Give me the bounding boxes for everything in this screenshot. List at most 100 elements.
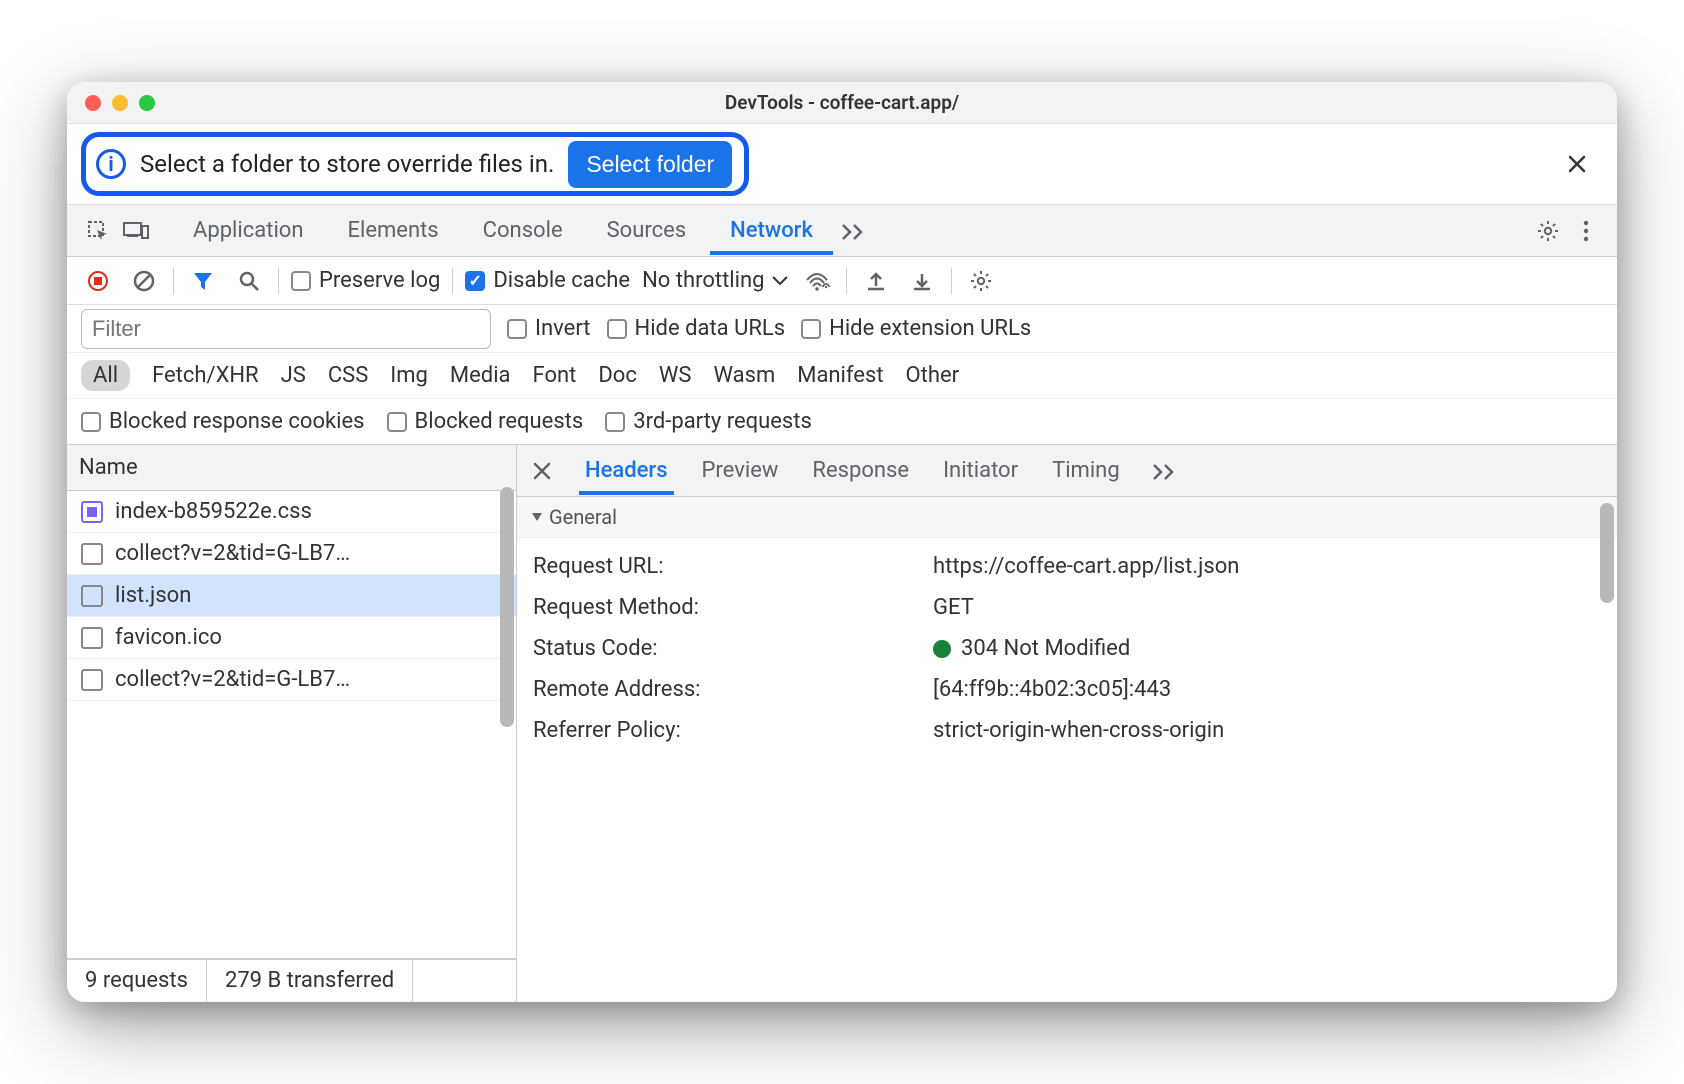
main-tab-strip: Application Elements Console Sources Net… bbox=[67, 205, 1617, 257]
throttling-select[interactable]: No throttling bbox=[642, 268, 788, 293]
tab-console[interactable]: Console bbox=[463, 206, 583, 255]
network-conditions-icon[interactable] bbox=[800, 264, 834, 298]
row-request-url: Request URL: https://coffee-cart.app/lis… bbox=[533, 546, 1601, 587]
type-doc[interactable]: Doc bbox=[598, 363, 637, 388]
type-font[interactable]: Font bbox=[533, 363, 577, 388]
titlebar: DevTools - coffee-cart.app/ bbox=[67, 82, 1617, 124]
detail-tab-strip: Headers Preview Response Initiator Timin… bbox=[517, 445, 1617, 497]
type-manifest[interactable]: Manifest bbox=[797, 363, 883, 388]
window-title: DevTools - coffee-cart.app/ bbox=[67, 91, 1617, 114]
request-row[interactable]: collect?v=2&tid=G-LB7… bbox=[67, 533, 516, 575]
more-options-icon[interactable] bbox=[1569, 214, 1603, 248]
inspect-element-icon[interactable] bbox=[81, 214, 115, 248]
tab-application[interactable]: Application bbox=[173, 206, 323, 255]
row-status-code: Status Code: 304 Not Modified bbox=[533, 628, 1601, 669]
value: 304 Not Modified bbox=[933, 636, 1130, 661]
requests-count: 9 requests bbox=[67, 960, 207, 1002]
column-header-name[interactable]: Name bbox=[67, 445, 516, 491]
blocked-requests-label: Blocked requests bbox=[415, 409, 584, 434]
infobar-close-button[interactable] bbox=[1559, 146, 1595, 182]
record-button[interactable] bbox=[81, 264, 115, 298]
transferred-size: 279 B transferred bbox=[207, 960, 413, 1002]
scrollbar-thumb[interactable] bbox=[1600, 503, 1614, 603]
section-general[interactable]: General bbox=[517, 497, 1617, 538]
detail-tab-headers[interactable]: Headers bbox=[579, 446, 674, 495]
filter-input[interactable] bbox=[81, 309, 491, 349]
type-img[interactable]: Img bbox=[390, 363, 428, 388]
disclosure-triangle-icon bbox=[531, 511, 543, 523]
request-detail: Headers Preview Response Initiator Timin… bbox=[517, 445, 1617, 1002]
invert-label: Invert bbox=[535, 316, 591, 341]
network-settings-icon[interactable] bbox=[964, 264, 998, 298]
more-detail-tabs-icon[interactable] bbox=[1148, 454, 1182, 488]
override-infobar: i Select a folder to store override file… bbox=[81, 132, 749, 196]
checkbox-icon bbox=[387, 412, 407, 432]
blocked-cookies-label: Blocked response cookies bbox=[109, 409, 365, 434]
type-css[interactable]: CSS bbox=[328, 363, 368, 388]
status-code-text: 304 Not Modified bbox=[961, 636, 1130, 661]
row-remote-address: Remote Address: [64:ff9b::4b02:3c05]:443 bbox=[533, 669, 1601, 710]
detail-tab-initiator[interactable]: Initiator bbox=[937, 446, 1024, 495]
blocked-cookies-checkbox[interactable]: Blocked response cookies bbox=[81, 409, 365, 434]
disable-cache-label: Disable cache bbox=[493, 268, 630, 293]
third-party-checkbox[interactable]: 3rd-party requests bbox=[605, 409, 812, 434]
request-list: Name index-b859522e.css collect?v=2&tid=… bbox=[67, 445, 517, 1002]
download-har-icon[interactable] bbox=[905, 264, 939, 298]
type-other[interactable]: Other bbox=[906, 363, 960, 388]
search-icon[interactable] bbox=[232, 264, 266, 298]
type-media[interactable]: Media bbox=[450, 363, 511, 388]
value: strict-origin-when-cross-origin bbox=[933, 718, 1224, 743]
request-name: favicon.ico bbox=[115, 625, 222, 650]
hide-data-urls-checkbox[interactable]: Hide data URLs bbox=[607, 316, 786, 341]
checkbox-icon bbox=[607, 319, 627, 339]
infobar-message: Select a folder to store override files … bbox=[140, 150, 554, 178]
info-icon: i bbox=[96, 149, 126, 179]
more-tabs-icon[interactable] bbox=[837, 214, 871, 248]
tab-sources[interactable]: Sources bbox=[587, 206, 707, 255]
hide-extension-urls-checkbox[interactable]: Hide extension URLs bbox=[801, 316, 1031, 341]
blocked-requests-checkbox[interactable]: Blocked requests bbox=[387, 409, 584, 434]
tab-elements[interactable]: Elements bbox=[327, 206, 458, 255]
row-referrer-policy: Referrer Policy: strict-origin-when-cros… bbox=[533, 710, 1601, 751]
checkbox-icon bbox=[81, 412, 101, 432]
type-js[interactable]: JS bbox=[281, 363, 306, 388]
type-wasm[interactable]: Wasm bbox=[713, 363, 775, 388]
scrollbar-thumb[interactable] bbox=[500, 487, 514, 727]
settings-icon[interactable] bbox=[1531, 214, 1565, 248]
value: [64:ff9b::4b02:3c05]:443 bbox=[933, 677, 1171, 702]
close-detail-button[interactable] bbox=[527, 462, 557, 480]
label: Referrer Policy: bbox=[533, 718, 933, 743]
stylesheet-icon bbox=[81, 501, 103, 523]
request-name: index-b859522e.css bbox=[115, 499, 312, 524]
divider bbox=[452, 268, 453, 294]
invert-checkbox[interactable]: Invert bbox=[507, 316, 591, 341]
throttling-value: No throttling bbox=[642, 268, 764, 293]
value: GET bbox=[933, 595, 974, 620]
detail-tab-response[interactable]: Response bbox=[806, 446, 915, 495]
label: Request Method: bbox=[533, 595, 933, 620]
upload-har-icon[interactable] bbox=[859, 264, 893, 298]
status-dot-icon bbox=[933, 640, 951, 658]
request-row[interactable]: list.json bbox=[67, 575, 516, 617]
preserve-log-label: Preserve log bbox=[319, 268, 440, 293]
device-toolbar-icon[interactable] bbox=[119, 214, 153, 248]
label: Request URL: bbox=[533, 554, 933, 579]
divider bbox=[951, 268, 952, 294]
type-all[interactable]: All bbox=[81, 360, 130, 391]
preserve-log-checkbox[interactable]: Preserve log bbox=[291, 268, 440, 293]
label: Remote Address: bbox=[533, 677, 933, 702]
request-row[interactable]: index-b859522e.css bbox=[67, 491, 516, 533]
options-row: Blocked response cookies Blocked request… bbox=[67, 399, 1617, 445]
type-ws[interactable]: WS bbox=[659, 363, 692, 388]
select-folder-button[interactable]: Select folder bbox=[568, 141, 732, 188]
disable-cache-checkbox[interactable]: Disable cache bbox=[465, 268, 630, 293]
filter-toggle-icon[interactable] bbox=[186, 264, 220, 298]
detail-tab-timing[interactable]: Timing bbox=[1046, 446, 1126, 495]
clear-button[interactable] bbox=[127, 264, 161, 298]
detail-tab-preview[interactable]: Preview bbox=[696, 446, 785, 495]
row-request-method: Request Method: GET bbox=[533, 587, 1601, 628]
type-fetch-xhr[interactable]: Fetch/XHR bbox=[152, 363, 259, 388]
tab-network[interactable]: Network bbox=[710, 206, 833, 255]
request-row[interactable]: collect?v=2&tid=G-LB7… bbox=[67, 659, 516, 701]
request-row[interactable]: favicon.ico bbox=[67, 617, 516, 659]
